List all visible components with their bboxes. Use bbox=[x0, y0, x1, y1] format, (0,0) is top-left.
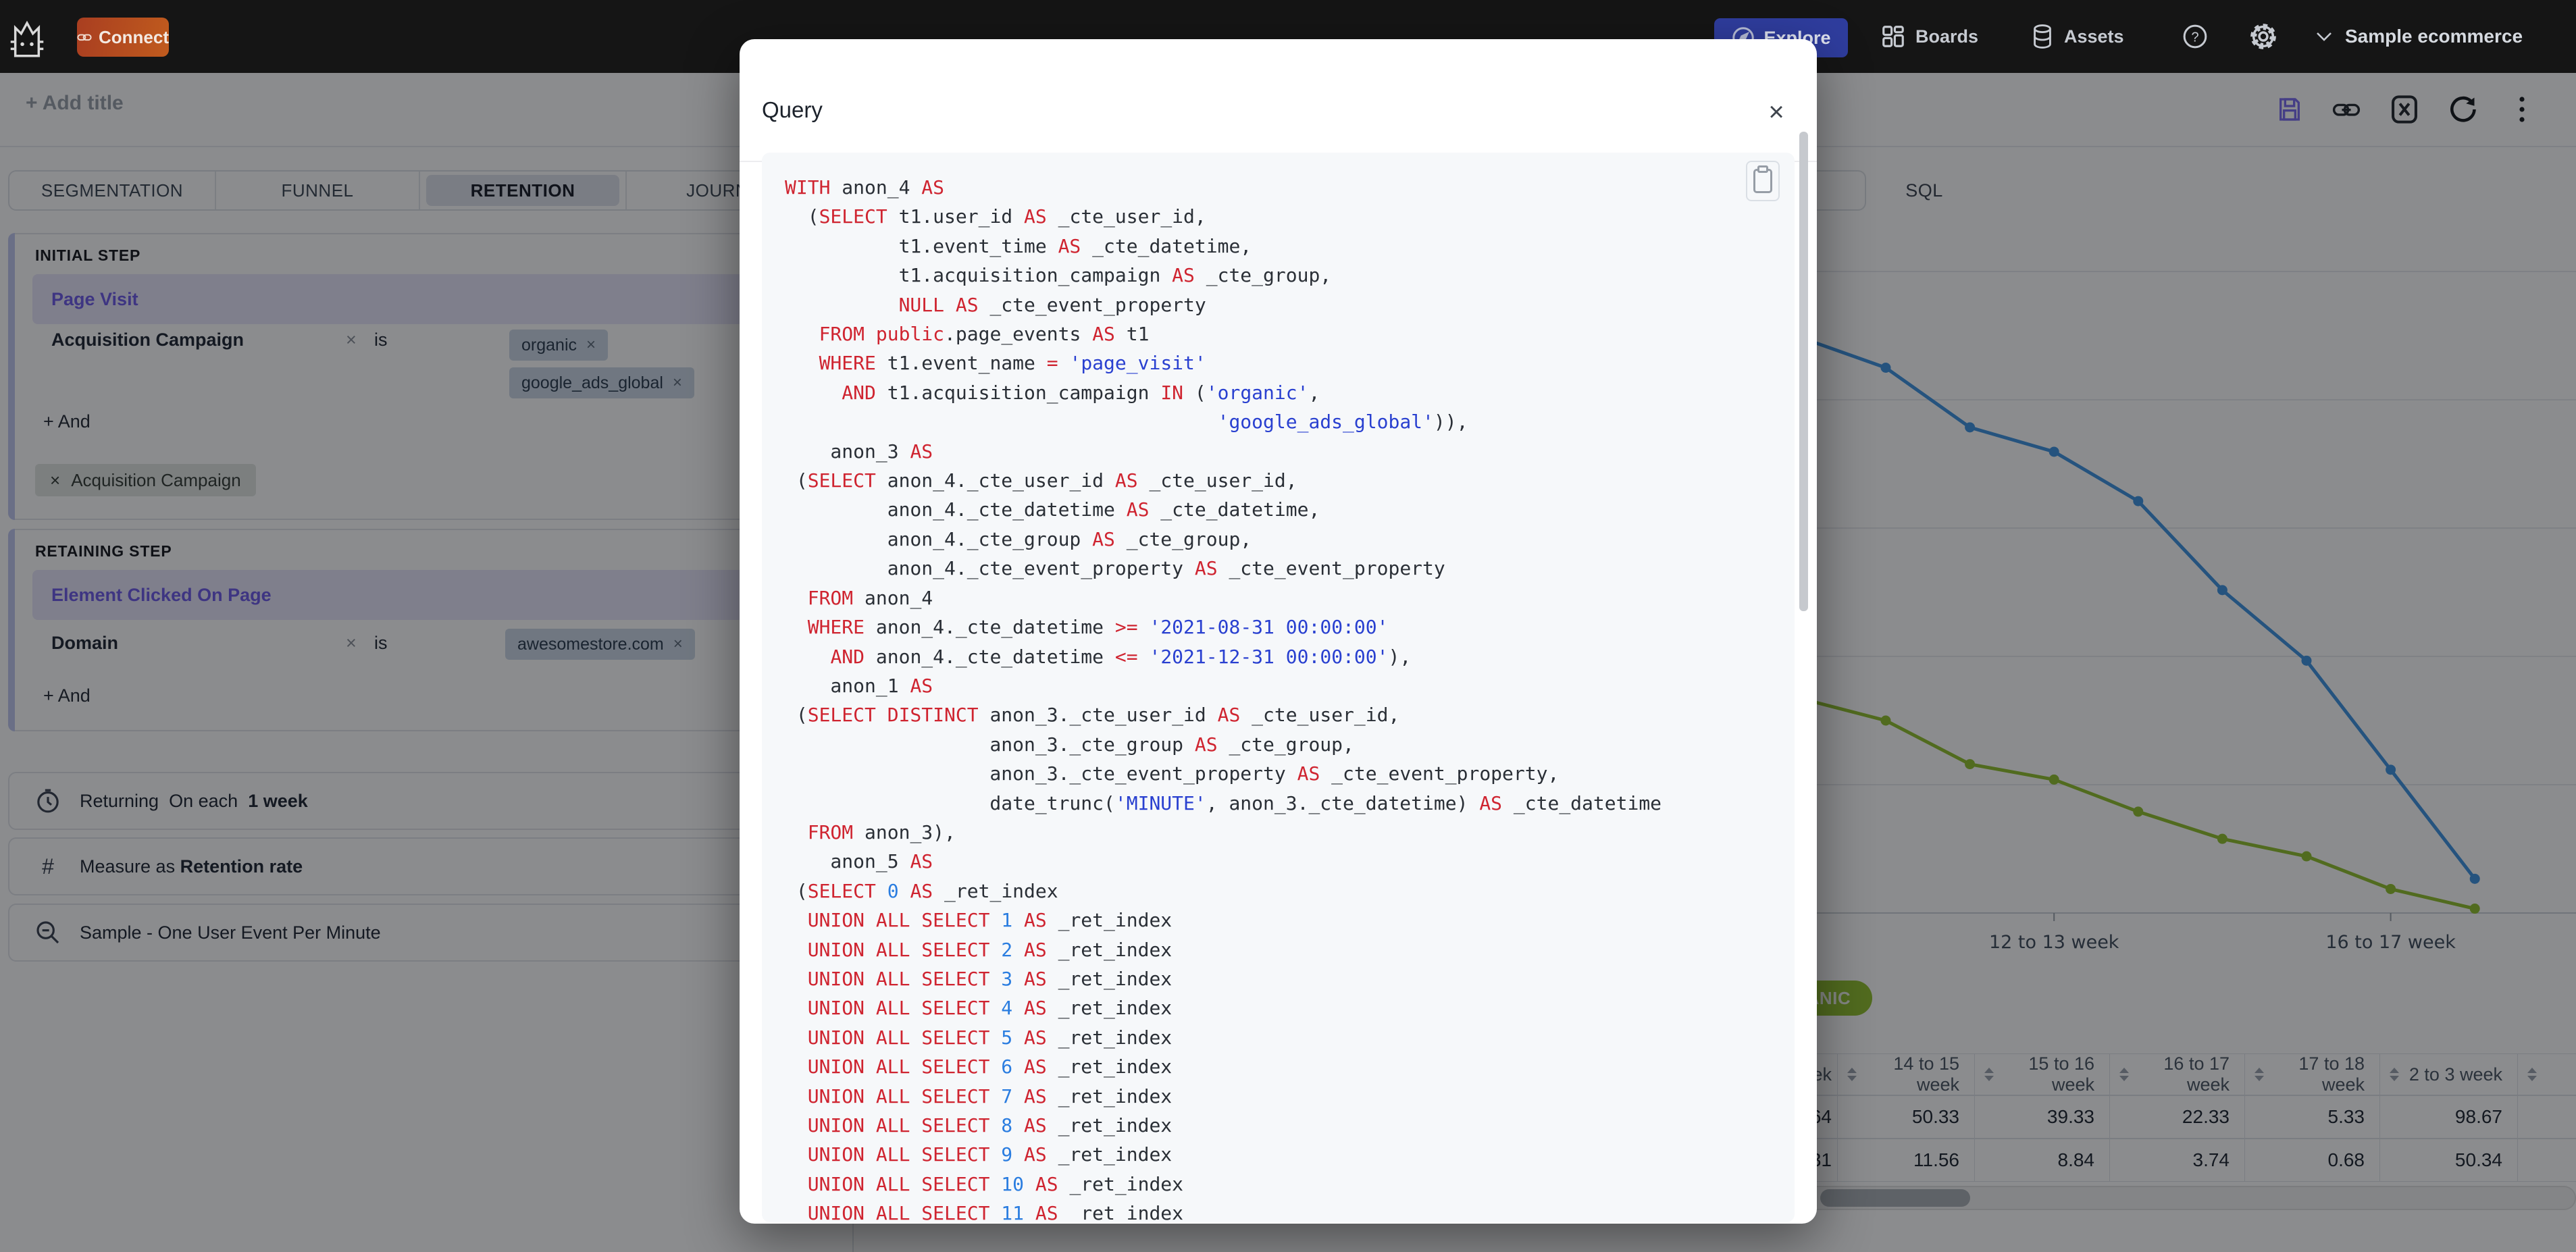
chevron-down-icon bbox=[2317, 32, 2332, 41]
code-line: WHERE anon_4._cte_datetime >= '2021-08-3… bbox=[807, 616, 1389, 639]
code-line: UNION ALL SELECT 5 AS _ret_index bbox=[807, 1026, 1173, 1049]
boards-grid-icon bbox=[1882, 26, 1904, 47]
code-line: anon_4._cte_datetime AS _cte_datetime, bbox=[785, 498, 1320, 521]
code-line: UNION ALL SELECT 4 AS _ret_index bbox=[807, 997, 1173, 1020]
code-line: UNION ALL SELECT 10 AS _ret_index bbox=[807, 1172, 1184, 1195]
svg-text:?: ? bbox=[2191, 30, 2198, 45]
code-line: UNION ALL SELECT 9 AS _ret_index bbox=[807, 1143, 1173, 1166]
code-line: t1.event_time AS _cte_datetime, bbox=[785, 234, 1252, 257]
code-line: UNION ALL SELECT 6 AS _ret_index bbox=[807, 1055, 1173, 1078]
logo-cat-icon[interactable] bbox=[9, 14, 45, 61]
query-modal: Query × WITH anon_4 AS (SELECT t1.user_i… bbox=[740, 39, 1817, 1224]
link-icon bbox=[77, 34, 92, 41]
modal-title: Query bbox=[762, 97, 823, 122]
code-line: 'google_ads_global')), bbox=[1217, 411, 1468, 434]
code-line: WITH anon_4 AS bbox=[785, 176, 945, 199]
code-line: t1.acquisition_campaign AS _cte_group, bbox=[785, 264, 1332, 287]
code-line: date_trunc('MINUTE', anon_3._cte_datetim… bbox=[785, 791, 1662, 814]
code-line: UNION ALL SELECT 2 AS _ret_index bbox=[807, 938, 1173, 961]
help-icon[interactable]: ? bbox=[2182, 0, 2209, 73]
code-line: UNION ALL SELECT 8 AS _ret_index bbox=[807, 1114, 1173, 1137]
copy-button[interactable] bbox=[1746, 161, 1780, 201]
code-line: UNION ALL SELECT 11 AS _ret_index bbox=[807, 1202, 1184, 1222]
code-lines: WITH anon_4 AS (SELECT t1.user_id AS _ct… bbox=[762, 153, 1795, 1222]
workspace-selector[interactable]: Sample ecommerce bbox=[2315, 0, 2523, 73]
code-line: (SELECT anon_4._cte_user_id AS _cte_user… bbox=[785, 469, 1297, 492]
code-line: UNION ALL SELECT 7 AS _ret_index bbox=[807, 1085, 1173, 1107]
code-line: WHERE t1.event_name = 'page_visit' bbox=[819, 352, 1206, 375]
code-line: anon_3._cte_event_property AS _cte_event… bbox=[785, 762, 1560, 785]
modal-scrollbar-thumb[interactable] bbox=[1799, 132, 1808, 611]
code-line: AND t1.acquisition_campaign IN ('organic… bbox=[842, 381, 1320, 404]
clipboard-icon bbox=[1753, 165, 1772, 193]
code-line: (SELECT DISTINCT anon_3._cte_user_id AS … bbox=[785, 704, 1400, 727]
code-line: NULL AS _cte_event_property bbox=[898, 293, 1206, 316]
code-line: anon_4._cte_event_property AS _cte_event… bbox=[785, 557, 1445, 580]
code-line: FROM public.page_events AS t1 bbox=[819, 323, 1150, 346]
nav-assets[interactable]: Assets bbox=[2030, 0, 2124, 73]
code-line: anon_5 AS bbox=[785, 850, 933, 873]
code-line: anon_3 AS bbox=[785, 440, 933, 463]
database-icon bbox=[2034, 24, 2051, 49]
code-line: (SELECT 0 AS _ret_index bbox=[785, 879, 1058, 902]
code-line: AND anon_4._cte_datetime <= '2021-12-31 … bbox=[830, 645, 1412, 668]
code-line: anon_3._cte_group AS _cte_group, bbox=[785, 733, 1354, 756]
code-line: FROM anon_3), bbox=[807, 820, 956, 843]
code-line: FROM anon_4 bbox=[807, 586, 933, 609]
code-line: anon_4._cte_group AS _cte_group, bbox=[785, 527, 1252, 550]
code-line: (SELECT t1.user_id AS _cte_user_id, bbox=[785, 205, 1206, 228]
code-line: UNION ALL SELECT 1 AS _ret_index bbox=[807, 909, 1173, 932]
close-icon[interactable]: × bbox=[1760, 96, 1793, 128]
nav-boards[interactable]: Boards bbox=[1880, 0, 1978, 73]
sql-code-block: WITH anon_4 AS (SELECT t1.user_id AS _ct… bbox=[762, 153, 1795, 1222]
code-line: anon_1 AS bbox=[785, 674, 933, 697]
gear-icon[interactable] bbox=[2249, 0, 2277, 73]
code-line: UNION ALL SELECT 3 AS _ret_index bbox=[807, 967, 1173, 990]
connect-button[interactable]: Connect bbox=[77, 18, 169, 57]
